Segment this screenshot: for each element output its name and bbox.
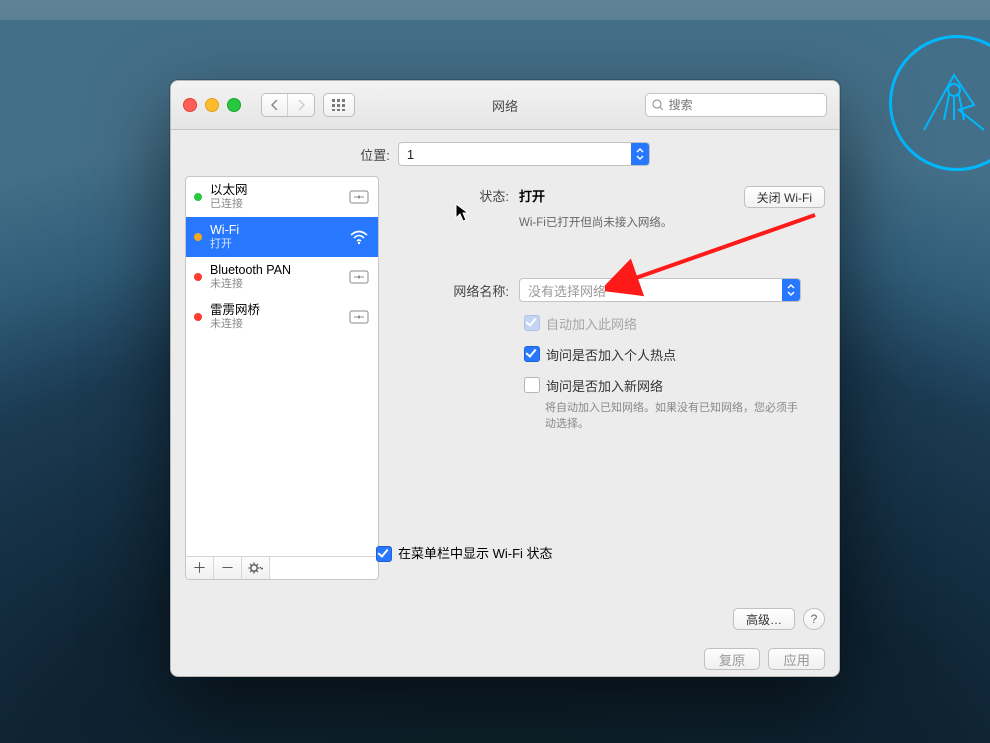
show-in-menubar-row[interactable]: 在菜单栏中显示 Wi-Fi 状态 <box>376 543 553 562</box>
network-name-row: 网络名称: 没有选择网络 <box>389 278 825 302</box>
show-all-button[interactable] <box>323 93 355 117</box>
sidebar-item-wifi[interactable]: Wi-Fi 打开 <box>186 217 378 257</box>
turn-wifi-off-button[interactable]: 关闭 Wi-Fi <box>744 186 825 208</box>
sidebar-footer: ＋ － <box>186 556 378 579</box>
watermark-seal <box>889 35 990 171</box>
sidebar-item-status: 打开 <box>210 238 340 251</box>
back-button[interactable] <box>262 94 288 116</box>
body: 以太网 已连接 Wi-Fi 打开 <box>171 176 839 594</box>
sidebar-item-bluetooth[interactable]: Bluetooth PAN 未连接 <box>186 257 378 297</box>
ask-new-row[interactable]: 询问是否加入新网络 <box>524 376 825 395</box>
ethernet-icon <box>348 306 370 328</box>
service-actions-button[interactable] <box>242 557 270 579</box>
sidebar-item-thunderbolt[interactable]: 雷雳网桥 未连接 <box>186 297 378 337</box>
auto-join-checkbox <box>524 315 540 331</box>
detail-pane: 状态: 打开 关闭 Wi-Fi Wi-Fi已打开但尚未接入网络。 网络名称: 没… <box>389 176 825 580</box>
sidebar-item-status: 已连接 <box>210 198 340 211</box>
zoom-button[interactable] <box>227 98 241 112</box>
sidebar-item-ethernet[interactable]: 以太网 已连接 <box>186 177 378 217</box>
close-button[interactable] <box>183 98 197 112</box>
sidebar-item-label: Wi-Fi <box>210 223 340 238</box>
titlebar: 网络 <box>171 81 839 130</box>
location-label: 位置: <box>360 145 390 164</box>
network-prefs-window: 网络 位置: 1 <box>170 80 840 677</box>
location-row: 位置: 1 <box>171 142 839 166</box>
ask-new-checkbox[interactable] <box>524 377 540 393</box>
location-select[interactable]: 1 <box>398 142 650 166</box>
search-input[interactable] <box>667 97 820 113</box>
wifi-icon <box>348 226 370 248</box>
remove-service-button[interactable]: － <box>214 557 242 579</box>
advanced-button[interactable]: 高级… <box>733 608 795 630</box>
revert-button[interactable]: 复原 <box>704 648 761 670</box>
status-dot <box>194 313 202 321</box>
sidebar-item-status: 未连接 <box>210 318 340 331</box>
apply-button[interactable]: 应用 <box>768 648 825 670</box>
search-icon <box>652 99 663 111</box>
minimize-button[interactable] <box>205 98 219 112</box>
bottom-bar: 复原 应用 <box>185 648 825 670</box>
sidebar-item-label: 以太网 <box>210 183 340 198</box>
status-value: 打开 <box>519 186 545 205</box>
services-sidebar: 以太网 已连接 Wi-Fi 打开 <box>185 176 379 580</box>
desktop-background: 网络 位置: 1 <box>0 0 990 743</box>
sidebar-item-status: 未连接 <box>210 278 340 291</box>
status-dot <box>194 193 202 201</box>
gear-icon <box>248 562 263 574</box>
auto-join-label: 自动加入此网络 <box>546 314 637 333</box>
network-name-label: 网络名称: <box>389 281 509 300</box>
nav-back-forward <box>261 93 315 117</box>
show-in-menubar-label: 在菜单栏中显示 Wi-Fi 状态 <box>398 543 553 562</box>
chevron-updown-icon <box>782 279 800 301</box>
location-value: 1 <box>399 147 631 162</box>
help-button[interactable]: ? <box>803 608 825 630</box>
sidebar-item-label: 雷雳网桥 <box>210 303 340 318</box>
ask-new-label: 询问是否加入新网络 <box>546 376 663 395</box>
macos-menubar <box>0 0 990 20</box>
network-name-select[interactable]: 没有选择网络 <box>519 278 801 302</box>
network-name-value: 没有选择网络 <box>520 281 782 300</box>
status-dot <box>194 233 202 241</box>
show-in-menubar-checkbox[interactable] <box>376 546 392 562</box>
forward-button[interactable] <box>288 94 314 116</box>
sidebar-item-label: Bluetooth PAN <box>210 263 340 278</box>
auto-join-checkbox-row: 自动加入此网络 <box>524 314 825 333</box>
chevron-updown-icon <box>631 143 649 165</box>
search-field[interactable] <box>645 93 827 117</box>
services-list: 以太网 已连接 Wi-Fi 打开 <box>186 177 378 556</box>
add-service-button[interactable]: ＋ <box>186 557 214 579</box>
ask-hotspot-label: 询问是否加入个人热点 <box>546 345 676 364</box>
status-subtext: Wi-Fi已打开但尚未接入网络。 <box>519 214 825 230</box>
traffic-lights <box>183 98 241 112</box>
advanced-row: 高级… ? <box>733 608 825 630</box>
status-dot <box>194 273 202 281</box>
ask-hotspot-row[interactable]: 询问是否加入个人热点 <box>524 345 825 364</box>
ethernet-icon <box>348 186 370 208</box>
ask-hotspot-checkbox[interactable] <box>524 346 540 362</box>
ask-new-hint: 将自动加入已知网络。如果没有已知网络，您必须手动选择。 <box>545 399 805 431</box>
ethernet-icon <box>348 266 370 288</box>
status-row: 状态: 打开 关闭 Wi-Fi <box>389 186 825 208</box>
status-label: 状态: <box>389 186 509 205</box>
